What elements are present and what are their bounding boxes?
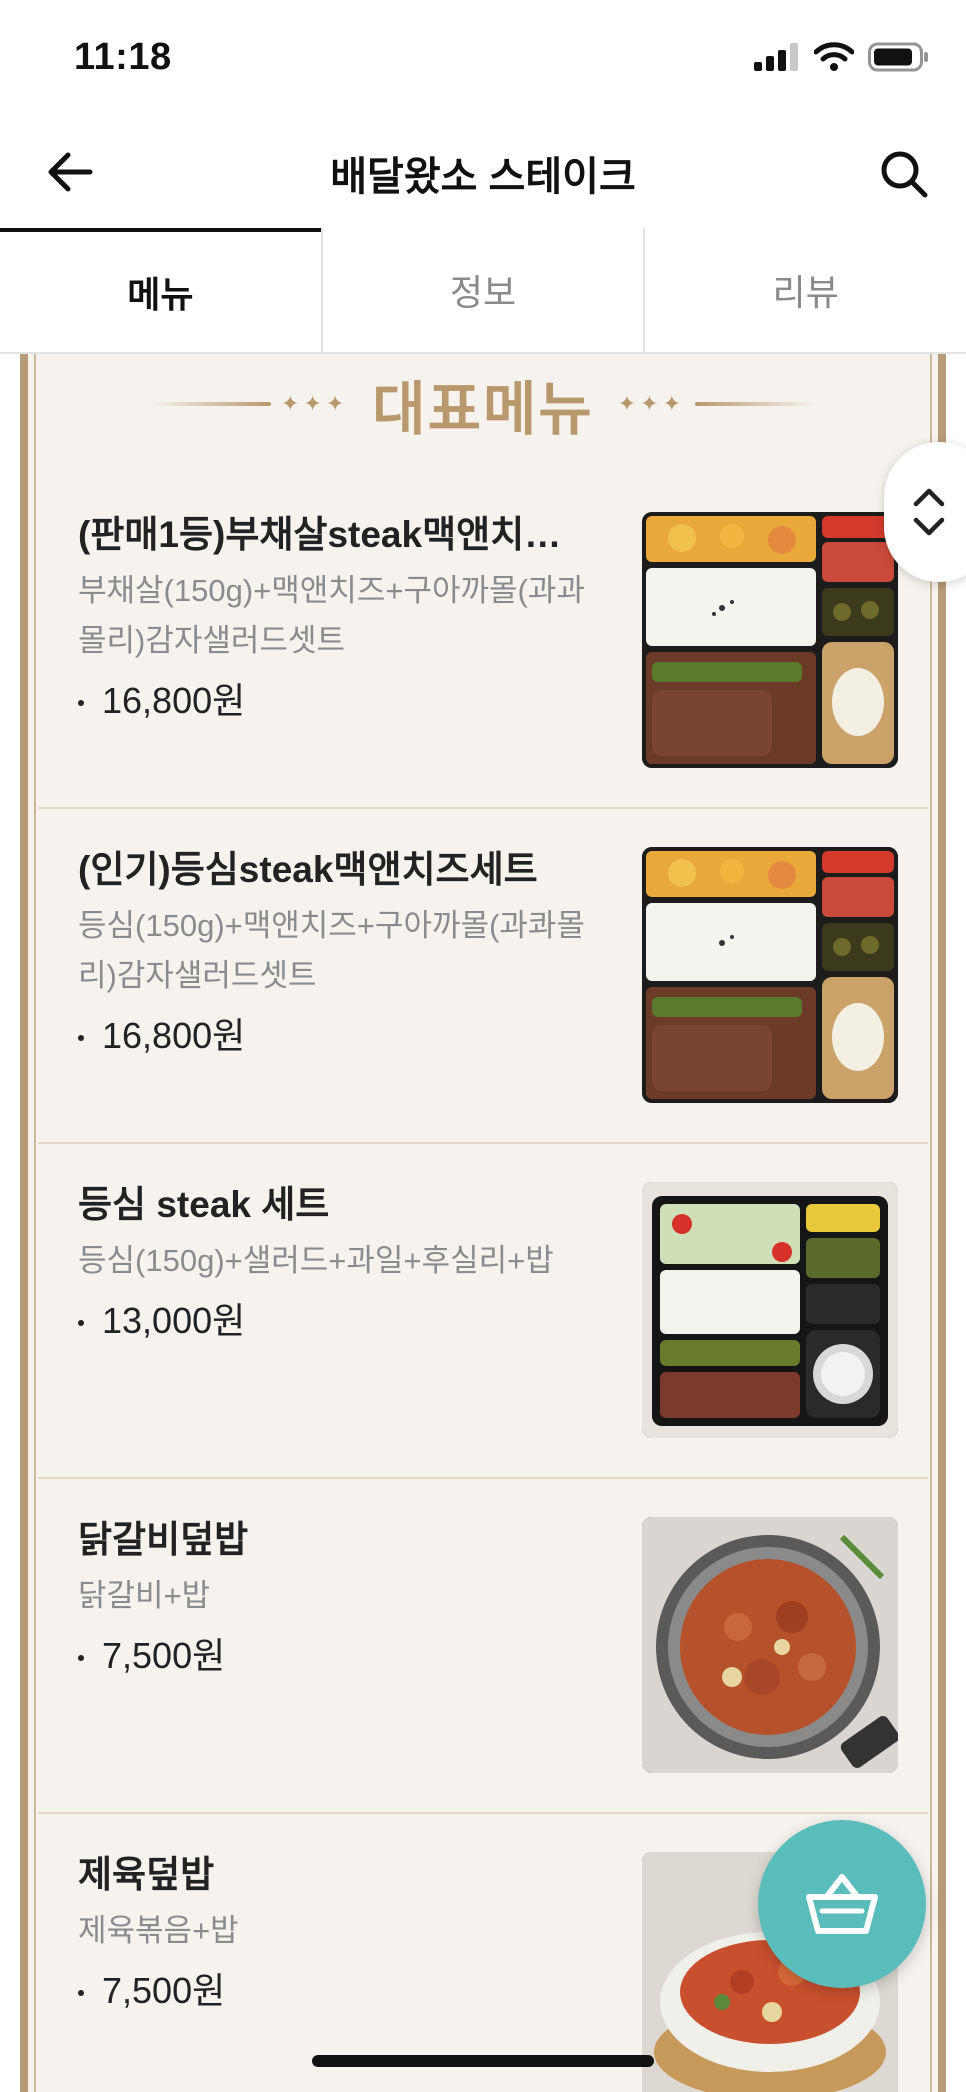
wifi-icon xyxy=(814,42,854,71)
menu-item[interactable]: (인기)등심steak맥앤치즈세트 등심(150g)+맥앤치즈+구아까몰(과콰몰… xyxy=(38,809,928,1144)
menu-item-name: 등심 steak 세트 xyxy=(78,1184,330,1225)
basket-icon xyxy=(806,1874,878,1934)
menu-item[interactable]: 닭갈비덮밥 닭갈비+밥 7,500원 xyxy=(38,1479,928,1814)
menu-item-desc: 등심(150g)+샐러드+과일+후실리+밥 xyxy=(78,1243,554,1278)
menu-item-price: 7,500원 xyxy=(78,1631,598,1681)
menu-item-image xyxy=(642,1182,898,1438)
menu-item-price: 16,800원 xyxy=(78,1011,598,1061)
chevron-up-down-icon xyxy=(913,488,945,536)
status-bar: 11:18 xyxy=(0,0,966,120)
menu-item-text: (인기)등심steak맥앤치즈세트 등심(150g)+맥앤치즈+구아까몰(과콰몰… xyxy=(78,845,598,1061)
store-title: 배달왔소 스테이크 xyxy=(330,155,636,199)
menu-item-desc: 닭갈비+밥 xyxy=(78,1578,211,1613)
menu-item-price: 16,800원 xyxy=(78,676,598,726)
menu-item-image xyxy=(642,847,898,1103)
nav-bar: 배달왔소 스테이크 xyxy=(0,120,966,230)
section-header: ✦✦✦ 대표메뉴 ✦✦✦ xyxy=(28,354,938,454)
tab-reviews[interactable]: 리뷰 xyxy=(643,228,966,352)
menu-item-text: 등심 steak 세트 등심(150g)+샐러드+과일+후실리+밥 13,000… xyxy=(78,1180,598,1346)
tab-info[interactable]: 정보 xyxy=(320,228,644,352)
search-button[interactable] xyxy=(872,142,936,206)
status-icons xyxy=(754,42,930,72)
menu-item-text: 제육덮밥 제육볶음+밥 7,500원 xyxy=(78,1850,598,2016)
menu-item-desc: 부채살(150g)+맥앤치즈+구아까몰(과과몰리)감자샐러드셋트 xyxy=(78,573,585,658)
right-ornament-icon: ✦✦✦ xyxy=(608,391,816,417)
menu-item-desc: 등심(150g)+맥앤치즈+구아까몰(과콰몰리)감자샐러드셋트 xyxy=(78,908,585,993)
tab-menu[interactable]: 메뉴 xyxy=(0,228,321,352)
menu-item-price: 13,000원 xyxy=(78,1296,598,1346)
search-icon xyxy=(881,151,928,198)
status-time: 11:18 xyxy=(74,36,172,78)
menu-item-desc: 제육볶음+밥 xyxy=(78,1913,239,1948)
home-indicator xyxy=(312,2055,654,2067)
menu-item-text: (판매1등)부채살steak맥앤치… 부채살(150g)+맥앤치즈+구아까몰(과… xyxy=(78,510,598,726)
menu-item-name: 닭갈비덮밥 xyxy=(78,1519,249,1560)
tab-bar: 메뉴 정보 리뷰 xyxy=(0,228,966,354)
menu-item-name: (판매1등)부채살steak맥앤치… xyxy=(78,514,562,555)
battery-icon xyxy=(868,42,928,72)
menu-item[interactable]: 등심 steak 세트 등심(150g)+샐러드+과일+후실리+밥 13,000… xyxy=(38,1144,928,1479)
menu-item-image xyxy=(642,1517,898,1773)
section-title: 대표메뉴 xyxy=(372,377,594,442)
menu-item[interactable]: (판매1등)부채살steak맥앤치… 부채살(150g)+맥앤치즈+구아까몰(과… xyxy=(38,474,928,809)
menu-item-text: 닭갈비덮밥 닭갈비+밥 7,500원 xyxy=(78,1515,598,1681)
menu-item-image xyxy=(642,512,898,768)
menu-item-name: (인기)등심steak맥앤치즈세트 xyxy=(78,849,538,890)
cart-button[interactable] xyxy=(758,1820,926,1988)
signal-icon xyxy=(754,43,798,71)
left-ornament-icon: ✦✦✦ xyxy=(150,391,358,417)
scroll-toggle-button[interactable] xyxy=(884,442,966,582)
menu-item-name: 제육덮밥 xyxy=(78,1854,215,1895)
menu-item-price: 7,500원 xyxy=(78,1966,598,2016)
